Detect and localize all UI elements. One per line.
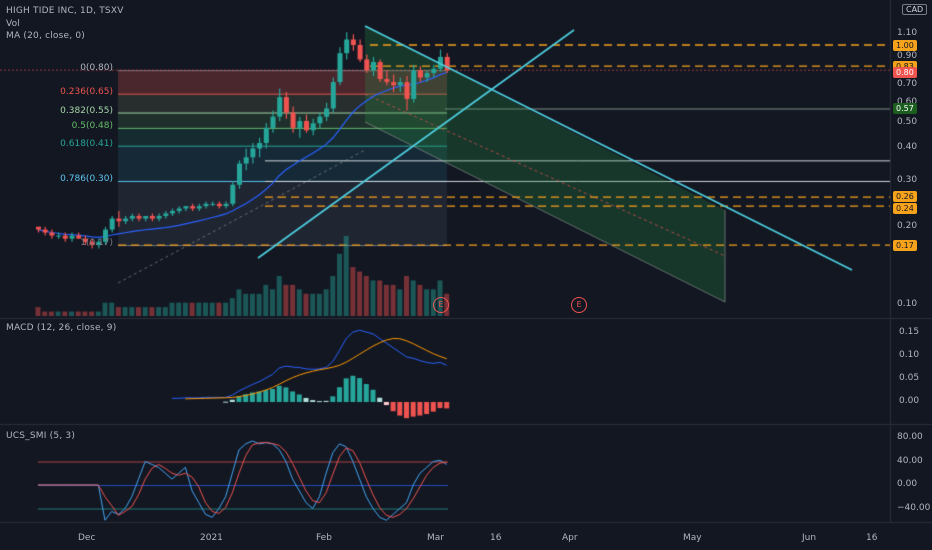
earnings-marker[interactable]: E [571, 297, 587, 313]
price-tick: 0.20 [897, 220, 918, 231]
time-label: Dec [78, 533, 96, 543]
time-label: May [683, 533, 702, 543]
earnings-marker[interactable]: E [433, 297, 449, 313]
smi-tick: 80.00 [897, 432, 923, 442]
time-label: Feb [316, 533, 332, 543]
price-badge: 1.00 [893, 40, 917, 51]
macd-tick: 0.10 [899, 350, 920, 360]
fib-level-label: 1(0.17) [80, 238, 113, 249]
time-label: 16 [866, 533, 878, 543]
smi-tick: 40.00 [897, 455, 923, 466]
currency-button[interactable]: CAD [902, 4, 928, 15]
price-badge: 0.26 [893, 191, 917, 203]
volume-legend: Vol [6, 19, 21, 29]
macd-title: MACD (12, 26, close, 9) [6, 323, 117, 333]
price-badge: 0.80 [893, 67, 917, 79]
smi-tick: 0.00 [897, 479, 918, 489]
price-tick: 0.70 [897, 79, 918, 90]
price-chart-canvas[interactable] [0, 0, 932, 550]
price-badge: 0.24 [893, 203, 917, 215]
price-tick: 0.50 [897, 117, 918, 128]
price-tick: 0.40 [897, 142, 918, 153]
time-label: Jun [802, 533, 817, 543]
price-badge: 0.57 [893, 103, 917, 115]
fib-level-label: 0.236(0.65) [60, 86, 113, 97]
macd-tick: 0.00 [899, 396, 920, 406]
symbol-title: HIGH TIDE INC, 1D, TSXV [6, 6, 124, 16]
fib-level-label: 0(0.80) [80, 63, 113, 74]
smi-title: UCS_SMI (5, 3) [6, 431, 76, 441]
price-tick: 1.10 [897, 28, 918, 39]
fib-level-label: 0.618(0.41) [60, 138, 113, 149]
price-tick: 0.10 [897, 299, 918, 309]
fib-level-label: 0.786(0.30) [60, 173, 113, 184]
time-label: 16 [490, 533, 502, 543]
price-tick: 0.30 [897, 174, 918, 185]
time-label: 2021 [200, 533, 223, 543]
time-label: Mar [427, 533, 444, 543]
price-tick: 0.90 [897, 50, 918, 61]
smi-tick: −40.00 [897, 502, 931, 513]
moving-average-legend: MA (20, close, 0) [6, 31, 86, 41]
macd-tick: 0.05 [899, 373, 920, 383]
price-badge: 0.17 [893, 240, 917, 252]
fib-level-label: 0.382(0.55) [60, 105, 113, 116]
fib-level-label: 0.5(0.48) [71, 120, 113, 131]
time-label: Apr [562, 533, 578, 543]
macd-tick: 0.15 [899, 327, 920, 337]
